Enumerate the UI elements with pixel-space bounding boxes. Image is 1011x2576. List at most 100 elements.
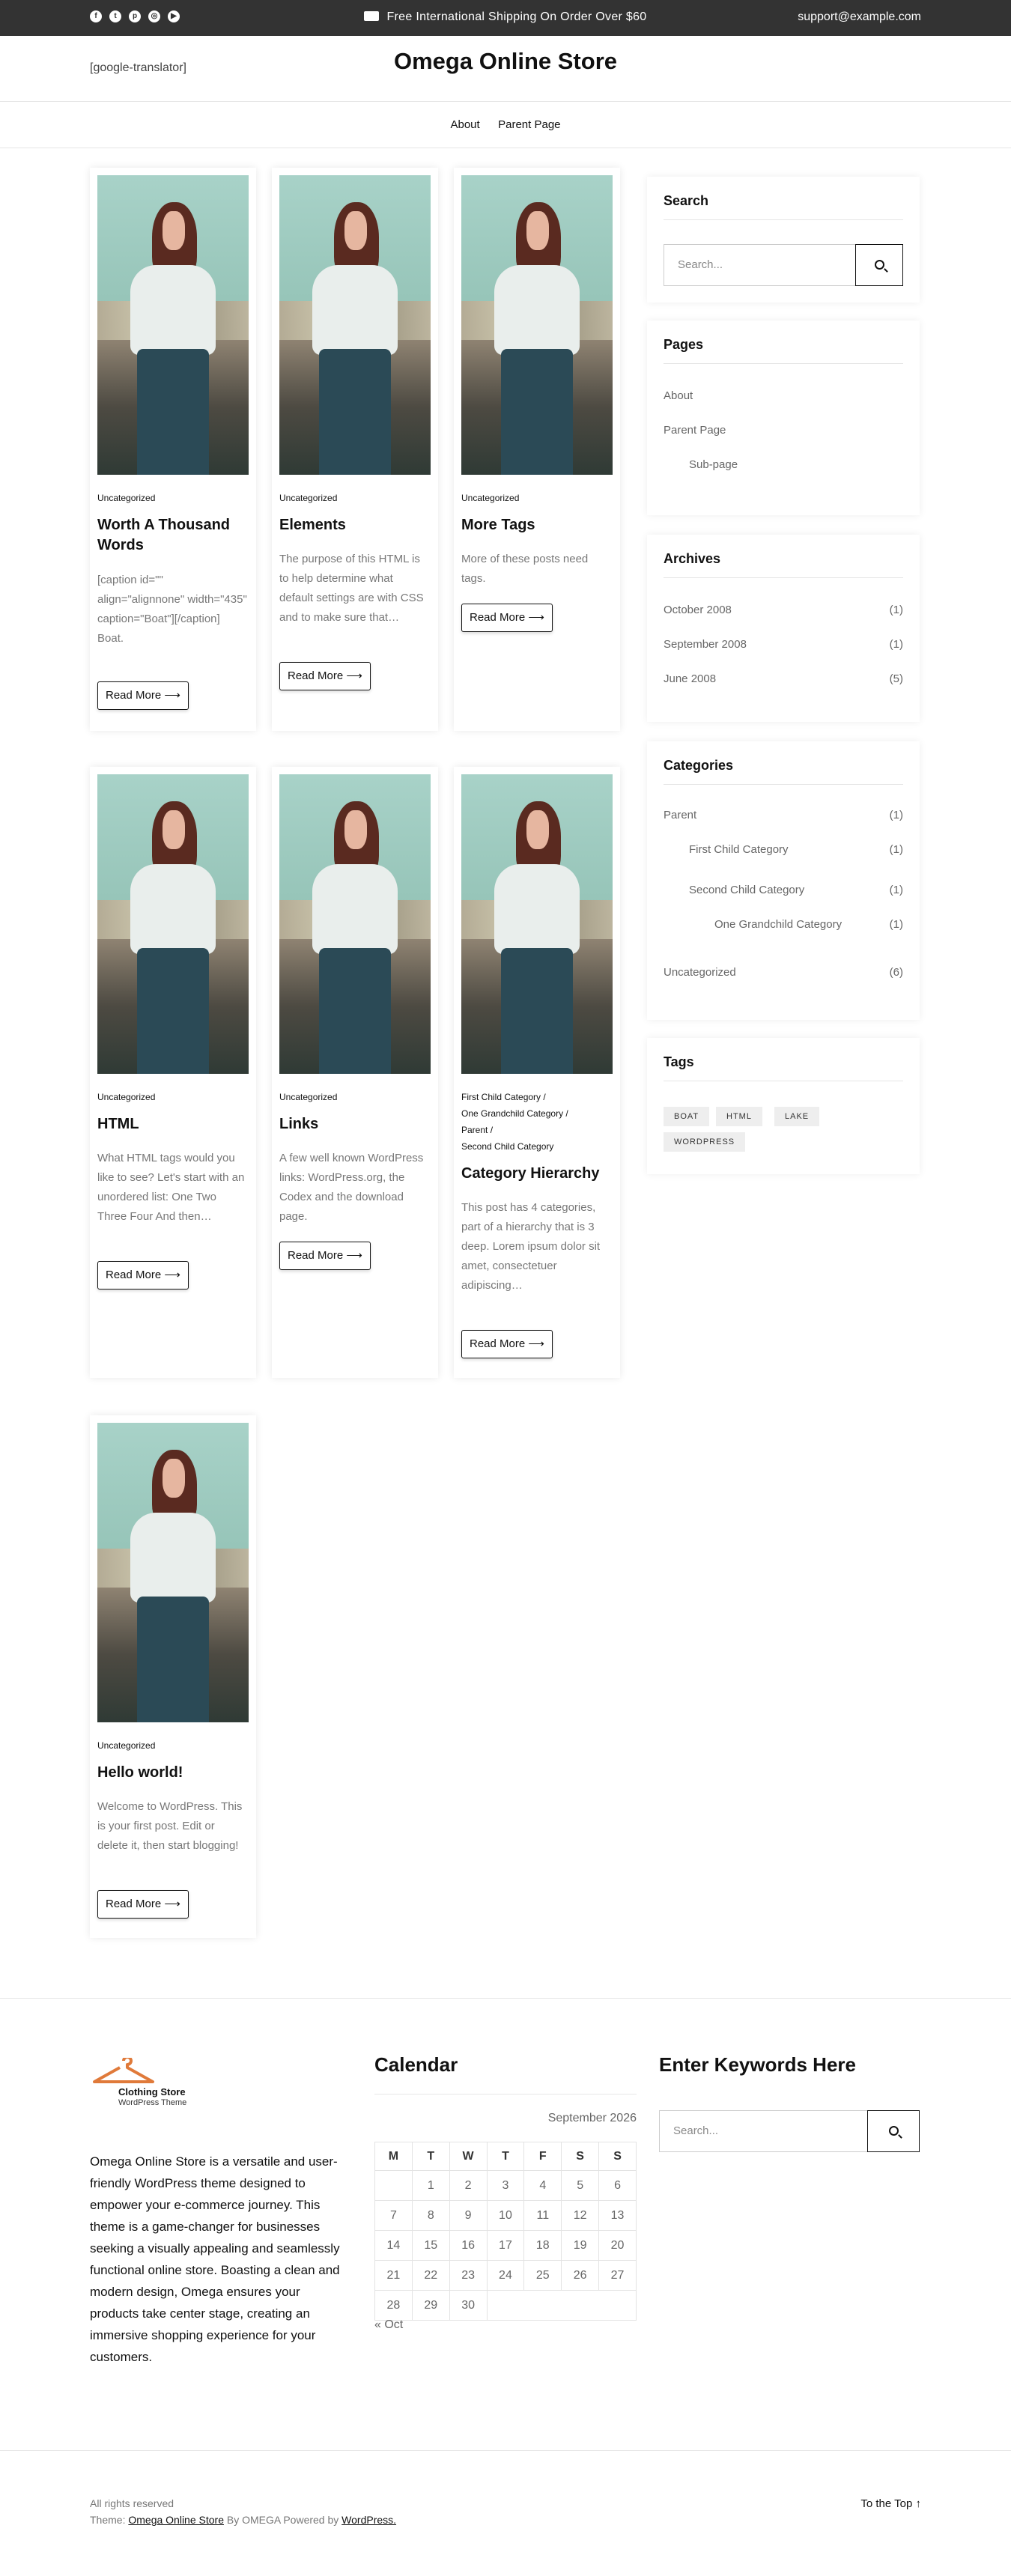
page-link-about[interactable]: About [664, 389, 693, 402]
category-count: (1) [889, 918, 903, 931]
calendar-day: 4 [523, 2170, 562, 2201]
support-email[interactable]: support@example.com [798, 10, 921, 24]
post-excerpt: What HTML tags would you like to see? Le… [97, 1152, 245, 1223]
calendar-day: 3 [486, 2170, 525, 2201]
calendar-day: 7 [374, 2200, 413, 2231]
archive-count: (1) [889, 604, 903, 616]
tag-link[interactable]: WORDPRESS [664, 1132, 746, 1152]
calendar-day: 13 [598, 2200, 637, 2231]
calendar-prev-month-link[interactable]: « Oct [374, 2318, 403, 2332]
category-link[interactable]: One Grandchild Category [714, 918, 842, 931]
calendar-day: 17 [486, 2230, 525, 2261]
top-bar: f t p ◎ ▶ Free International Shipping On… [0, 0, 1011, 36]
archive-link[interactable]: September 2008 [664, 638, 747, 651]
post-thumbnail[interactable] [461, 774, 613, 1074]
calendar-day-header: W [449, 2142, 488, 2171]
post-thumbnail[interactable] [279, 774, 431, 1074]
nav-item-parent-page[interactable]: Parent Page [498, 118, 560, 131]
widget-title: Pages [664, 337, 903, 364]
category-link[interactable]: Parent [664, 809, 696, 821]
calendar-day: 25 [523, 2260, 562, 2291]
post-category[interactable]: Second Child Category [461, 1141, 553, 1152]
calendar-day: 27 [598, 2260, 637, 2291]
post-thumbnail[interactable] [97, 1423, 249, 1722]
post-title[interactable]: Elements [279, 515, 429, 535]
read-more-button[interactable]: Read More ⟶ [279, 1242, 371, 1270]
calendar-day: 30 [449, 2290, 488, 2321]
read-more-button[interactable]: Read More ⟶ [461, 604, 553, 632]
footer-about-text: Omega Online Store is a versatile and us… [90, 2154, 340, 2364]
logo-subtitle: WordPress Theme [118, 2098, 187, 2107]
theme-credits: Theme: Omega Online Store By OMEGA Power… [90, 2514, 396, 2526]
post-title[interactable]: Worth A Thousand Words [97, 515, 247, 556]
to-top-link[interactable]: To the Top ↑ [860, 2497, 921, 2510]
post-thumbnail[interactable] [97, 774, 249, 1074]
calendar-day: 1 [411, 2170, 450, 2201]
post-category[interactable]: Uncategorized [97, 1737, 155, 1754]
calendar-day-header: M [374, 2142, 413, 2171]
search-icon [889, 2126, 899, 2136]
truck-icon [364, 11, 380, 21]
read-more-button[interactable]: Read More ⟶ [97, 681, 189, 710]
post-title[interactable]: More Tags [461, 515, 611, 535]
post-category[interactable]: One Grandchild Category [461, 1108, 563, 1119]
sidebar-search-button[interactable] [855, 244, 903, 286]
archive-count: (5) [889, 672, 903, 685]
widget-title: Search [664, 193, 903, 220]
post-category-list: First Child Category / One Grandchild Ca… [461, 1092, 568, 1152]
post-category[interactable]: Uncategorized [461, 490, 519, 506]
calendar-day: 26 [561, 2260, 600, 2291]
categories-widget: Categories Parent (1) First Child Catego… [647, 741, 920, 1020]
calendar-day: 8 [411, 2200, 450, 2231]
read-more-button[interactable]: Read More ⟶ [461, 1330, 553, 1358]
post-category[interactable]: Uncategorized [97, 490, 155, 506]
page-link-sub-page[interactable]: Sub-page [689, 458, 738, 471]
post-thumbnail[interactable] [461, 175, 613, 475]
tag-link[interactable]: LAKE [774, 1107, 820, 1126]
post-card: Uncategorized Links A few well known Wor… [272, 767, 438, 1378]
archive-count: (1) [889, 638, 903, 651]
theme-link[interactable]: Omega Online Store [128, 2514, 224, 2526]
calendar-day: 24 [486, 2260, 525, 2291]
calendar-table: M T W T F S S 1 2 3 4 5 6 7 8 9 10 11 12… [374, 2142, 637, 2321]
keywords-title: Enter Keywords Here [659, 2053, 856, 2076]
post-category[interactable]: Parent [461, 1125, 488, 1135]
calendar-day: 14 [374, 2230, 413, 2261]
post-title[interactable]: Category Hierarchy [461, 1164, 611, 1184]
category-count: (1) [889, 809, 903, 821]
footer-search-input[interactable]: Search... [659, 2110, 867, 2152]
post-category[interactable]: First Child Category [461, 1092, 541, 1102]
post-thumbnail[interactable] [97, 175, 249, 475]
hanger-logo-icon[interactable] [91, 2058, 156, 2085]
category-link[interactable]: First Child Category [689, 843, 789, 856]
footer-search-button[interactable] [867, 2110, 920, 2152]
read-more-button[interactable]: Read More ⟶ [279, 662, 371, 690]
post-excerpt: Welcome to WordPress. This is your first… [97, 1800, 243, 1852]
read-more-button[interactable]: Read More ⟶ [97, 1890, 189, 1919]
nav-item-about[interactable]: About [450, 118, 479, 131]
post-card: Uncategorized Elements The purpose of th… [272, 168, 438, 731]
post-category[interactable]: Uncategorized [279, 490, 337, 506]
archive-link[interactable]: June 2008 [664, 672, 716, 685]
sidebar-search-input[interactable]: Search... [664, 244, 855, 286]
page-link-parent-page[interactable]: Parent Page [664, 424, 726, 437]
archive-link[interactable]: October 2008 [664, 604, 732, 616]
read-more-button[interactable]: Read More ⟶ [97, 1261, 189, 1289]
post-category[interactable]: Uncategorized [279, 1089, 337, 1105]
category-link[interactable]: Uncategorized [664, 966, 736, 979]
calendar-title: Calendar [374, 2053, 458, 2076]
post-thumbnail[interactable] [279, 175, 431, 475]
post-category[interactable]: Uncategorized [97, 1089, 155, 1105]
site-title[interactable]: Omega Online Store [0, 48, 1011, 75]
archives-widget: Archives October 2008 (1) September 2008… [647, 535, 920, 722]
tag-link[interactable]: BOAT [664, 1107, 710, 1126]
post-title[interactable]: Links [279, 1114, 429, 1134]
logo-title: Clothing Store [118, 2086, 186, 2097]
post-title[interactable]: HTML [97, 1114, 247, 1134]
category-link[interactable]: Second Child Category [689, 884, 804, 896]
shipping-text: Free International Shipping On Order Ove… [386, 10, 647, 23]
calendar-day-header: S [598, 2142, 637, 2171]
tag-link[interactable]: HTML [716, 1107, 762, 1126]
wordpress-link[interactable]: WordPress. [341, 2514, 396, 2526]
post-title[interactable]: Hello world! [97, 1763, 247, 1783]
